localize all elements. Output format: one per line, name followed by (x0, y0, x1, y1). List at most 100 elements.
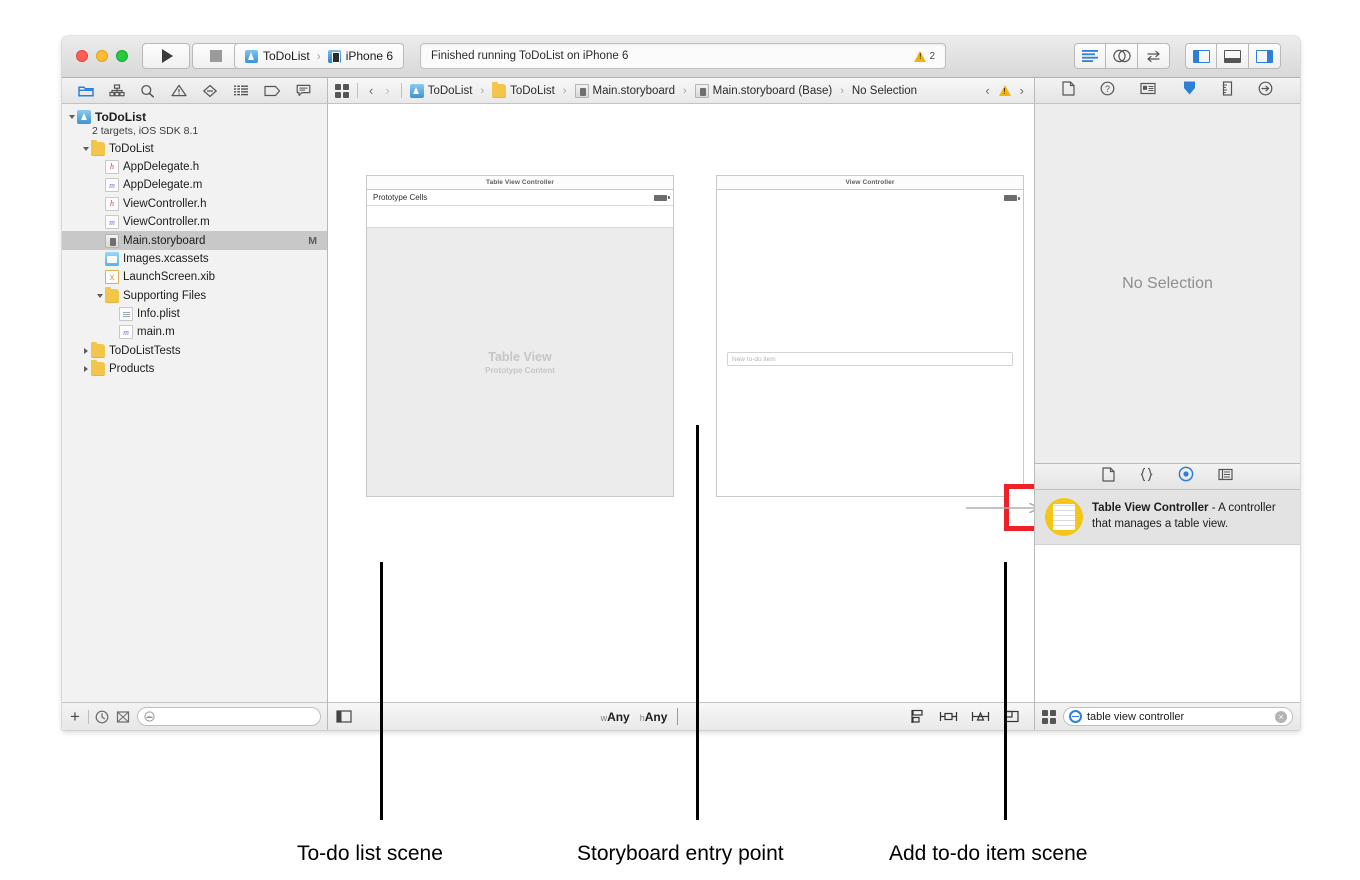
breadcrumb-item-group[interactable]: ToDoList (492, 81, 555, 98)
forward-button[interactable]: › (382, 83, 392, 98)
library-filter-field[interactable]: table view controller × (1063, 707, 1293, 726)
pin-icon[interactable] (939, 709, 958, 724)
list-lines-icon (234, 85, 249, 96)
new-todo-text-field[interactable]: New to-do item (727, 352, 1013, 366)
navigator-row[interactable]: m AppDelegate.m (62, 176, 327, 194)
connections-inspector-tab[interactable] (1258, 81, 1273, 101)
project-navigator-tree[interactable]: ToDoList 2 targets, iOS SDK 8.1 ToDoList h A… (62, 104, 327, 702)
code-snippet-library-tab[interactable] (1139, 467, 1154, 487)
previous-issue-button[interactable]: ‹ (982, 83, 992, 98)
prototype-cell[interactable] (367, 206, 673, 228)
callout-leader-line-3 (1004, 562, 1007, 820)
navigator-row[interactable]: x LaunchScreen.xib (62, 268, 327, 286)
object-library-tab[interactable] (1178, 466, 1194, 487)
library-item[interactable]: Table View Controller - A controller tha… (1035, 490, 1300, 545)
disclosure-triangle-icon[interactable] (80, 366, 91, 373)
align-icon[interactable] (909, 709, 926, 724)
disclosure-triangle-icon[interactable] (94, 293, 105, 299)
destination-name: iPhone 6 (345, 49, 394, 63)
stop-button[interactable] (192, 43, 240, 69)
breadcrumb-item-localization[interactable]: Main.storyboard (Base) (694, 83, 832, 98)
assistant-editor-button[interactable] (1106, 43, 1138, 69)
grid-view-toggle[interactable] (1042, 709, 1056, 724)
media-library-tab[interactable] (1218, 468, 1233, 486)
navigator-row[interactable]: h ViewController.h (62, 195, 327, 213)
debug-navigator-tab[interactable] (232, 83, 250, 98)
editor-footer: wAny hAny (328, 702, 1034, 730)
navigator-row[interactable]: m ViewController.m (62, 213, 327, 231)
footer-divider (677, 708, 679, 725)
navigator-row[interactable]: ToDoList (62, 108, 327, 126)
test-navigator-tab[interactable] (201, 83, 219, 98)
warning-icon[interactable] (914, 50, 927, 62)
breadcrumb-item-file[interactable]: Main.storyboard (574, 83, 675, 98)
quick-help-tab[interactable]: ? (1100, 81, 1115, 101)
prototype-cells-header: Prototype Cells (367, 190, 673, 206)
navigator-row[interactable]: ToDoList (62, 139, 327, 157)
breadcrumb-item-project[interactable]: ToDoList (409, 83, 472, 98)
identity-inspector-tab[interactable] (1140, 82, 1156, 100)
navigator-row[interactable]: h AppDelegate.h (62, 158, 327, 176)
zoom-button[interactable] (116, 50, 128, 62)
table-view-placeholder[interactable]: Table View Prototype Content (367, 228, 673, 496)
related-items-icon[interactable] (335, 83, 349, 98)
add-button[interactable]: + (68, 708, 82, 725)
breakpoint-navigator-tab[interactable] (263, 83, 281, 98)
warning-icon[interactable] (998, 85, 1011, 96)
file-template-library-tab[interactable] (1102, 466, 1115, 487)
navigator-row[interactable]: Images.xcassets (62, 250, 327, 268)
navigator-row[interactable]: Products (62, 360, 327, 378)
utilities-toggle-button[interactable] (1249, 43, 1281, 69)
attributes-inspector-tab[interactable] (1182, 80, 1197, 101)
navigator-row-label: ViewController.m (123, 216, 210, 229)
object-library-list[interactable]: Table View Controller - A controller tha… (1035, 490, 1300, 702)
navigator-filter-field[interactable] (136, 707, 321, 726)
scene-view-controller[interactable]: View Controller New to-do item (716, 175, 1024, 497)
clear-icon[interactable]: × (1275, 710, 1287, 723)
document-outline-button[interactable] (336, 710, 370, 723)
size-class-indicator[interactable]: wAny hAny (601, 710, 668, 724)
scheme-selector[interactable]: ToDoList › iPhone 6 (234, 43, 405, 69)
disclosure-triangle-icon[interactable] (66, 114, 77, 120)
run-button[interactable] (142, 43, 190, 69)
resolve-issues-icon[interactable] (971, 709, 990, 724)
source-control-filter-button[interactable] (116, 709, 131, 724)
close-button[interactable] (76, 50, 88, 62)
entry-point-arrow-icon[interactable] (966, 503, 1034, 513)
breadcrumb-separator: › (480, 84, 485, 97)
size-inspector-tab[interactable] (1222, 80, 1233, 101)
library-footer: table view controller × (1035, 702, 1300, 730)
recent-files-filter-button[interactable] (95, 709, 110, 724)
navigator-row[interactable]: m main.m (62, 323, 327, 341)
battery-icon (1004, 195, 1020, 201)
breadcrumb-item-selection[interactable]: No Selection (852, 85, 917, 97)
disclosure-triangle-icon[interactable] (80, 347, 91, 354)
library-item-text: Table View Controller - A controller tha… (1092, 501, 1290, 532)
navigator-row[interactable]: Main.storyboard M (62, 231, 327, 250)
symbol-navigator-tab[interactable] (108, 83, 126, 98)
file-inspector-tab[interactable] (1062, 80, 1075, 101)
minimize-button[interactable] (96, 50, 108, 62)
activity-status-text: Finished running ToDoList on iPhone 6 (431, 50, 629, 62)
navigator-toggle-button[interactable] (1185, 43, 1217, 69)
search-navigator-tab[interactable] (139, 83, 157, 98)
debug-area-toggle-button[interactable] (1217, 43, 1249, 69)
scene-table-view-controller[interactable]: Table View Controller Prototype Cells Ta… (366, 175, 674, 497)
debug-pane-icon (1224, 49, 1241, 63)
version-editor-button[interactable] (1138, 43, 1170, 69)
standard-editor-button[interactable] (1074, 43, 1106, 69)
scene-body-table-view-controller[interactable]: Prototype Cells Table View Prototype Con… (366, 189, 674, 497)
prototype-cells-label: Prototype Cells (373, 193, 428, 202)
issue-navigator-tab[interactable] (170, 83, 188, 98)
storyboard-canvas[interactable]: Table View Controller Prototype Cells Ta… (328, 104, 1034, 702)
next-issue-button[interactable]: › (1017, 83, 1027, 98)
back-button[interactable]: ‹ (366, 83, 376, 98)
report-navigator-tab[interactable] (294, 83, 312, 98)
navigator-row[interactable]: Supporting Files (62, 286, 327, 305)
navigator-row[interactable]: ToDoListTests (62, 341, 327, 360)
navigator-row-label: ToDoList (95, 110, 147, 125)
project-navigator-tab[interactable] (77, 83, 95, 98)
scene-body-view-controller[interactable]: New to-do item (716, 189, 1024, 497)
disclosure-triangle-icon[interactable] (80, 146, 91, 152)
navigator-row[interactable]: Info.plist (62, 305, 327, 323)
